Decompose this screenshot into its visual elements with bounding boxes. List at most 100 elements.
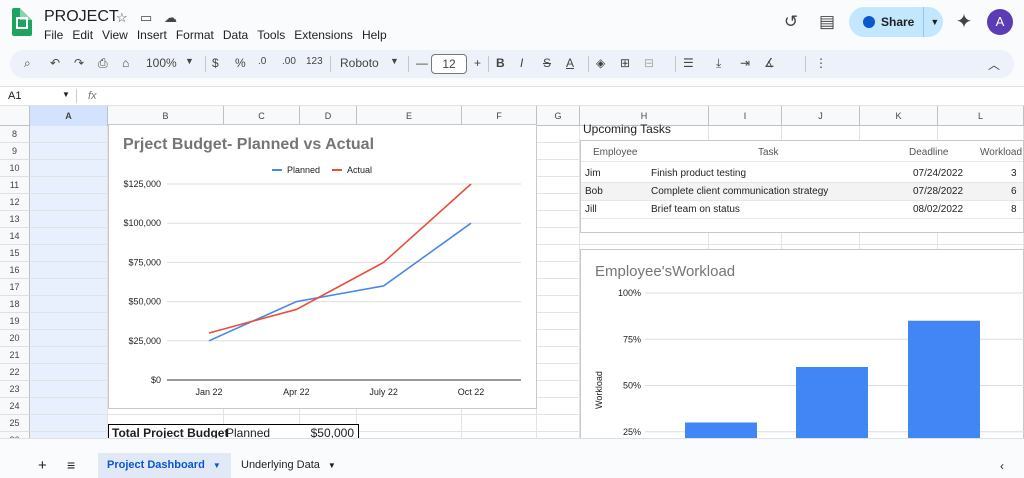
menu-edit[interactable]: Edit (72, 28, 93, 42)
select-all-corner[interactable] (0, 106, 30, 126)
currency-format-button[interactable]: $ (212, 56, 219, 70)
print-icon[interactable]: ⎙ (98, 56, 108, 71)
name-box[interactable]: A1 (8, 90, 21, 102)
sheets-logo-icon[interactable] (12, 8, 32, 36)
menu-file[interactable]: File (44, 28, 63, 42)
row-header-11[interactable]: 11 (0, 177, 30, 194)
text-rotation-icon[interactable]: ∡ (764, 56, 775, 70)
column-header-J[interactable]: J (782, 106, 860, 126)
decrease-decimal-button[interactable]: .0 (258, 56, 266, 67)
budget-line-chart[interactable]: Prject Budget- Planned vs Actual$0$25,00… (108, 124, 537, 409)
increase-decimal-button[interactable]: .00 (282, 56, 296, 67)
paint-format-icon[interactable]: ⌂ (122, 56, 129, 70)
share-dropdown-icon[interactable]: ▼ (930, 17, 939, 27)
row-header-19[interactable]: 19 (0, 313, 30, 330)
italic-button[interactable]: I (520, 56, 523, 70)
tab-underlying-data[interactable]: Underlying Data▼ (241, 453, 336, 478)
row-header-23[interactable]: 23 (0, 381, 30, 398)
column-header-I[interactable]: I (709, 106, 782, 126)
menu-data[interactable]: Data (223, 28, 248, 42)
add-sheet-icon[interactable]: + (38, 457, 47, 474)
strikethrough-button[interactable]: S (543, 56, 551, 70)
menu-format[interactable]: Format (176, 28, 214, 42)
scroll-left-icon[interactable]: ‹ (1000, 459, 1004, 473)
fill-color-icon[interactable]: ◈ (596, 56, 605, 70)
table-row[interactable]: Jill Brief team on status 08/02/2022 8 (581, 201, 1024, 219)
name-box-dropdown-icon[interactable]: ▼ (62, 90, 70, 99)
row-header-10[interactable]: 10 (0, 160, 30, 177)
column-header-C[interactable]: C (224, 106, 300, 126)
document-title[interactable]: PROJECT (44, 8, 119, 26)
column-header-E[interactable]: E (357, 106, 462, 126)
tasks-table[interactable]: Employee Task Deadline Workload Jim Fini… (580, 140, 1024, 233)
row-header-17[interactable]: 17 (0, 279, 30, 296)
table-row[interactable]: Bob Complete client communication strate… (581, 183, 1024, 201)
column-header-A[interactable]: A (30, 106, 108, 126)
row-header-15[interactable]: 15 (0, 245, 30, 262)
column-header-G[interactable]: G (537, 106, 580, 126)
decrease-font-size-icon[interactable]: — (416, 56, 428, 70)
font-dropdown-icon[interactable]: ▼ (390, 56, 399, 66)
cloud-status-icon[interactable]: ☁ (164, 10, 177, 26)
table-row[interactable]: Jim Finish product testing 07/24/2022 3 (581, 165, 1024, 183)
row-header-20[interactable]: 20 (0, 330, 30, 347)
horizontal-align-icon[interactable]: ☰ (683, 56, 694, 70)
all-sheets-icon[interactable]: ≡ (67, 457, 75, 473)
column-header-L[interactable]: L (938, 106, 1024, 126)
menu-help[interactable]: Help (362, 28, 387, 42)
menu-tools[interactable]: Tools (257, 28, 285, 42)
share-button[interactable]: Share ▼ (849, 7, 943, 37)
more-formats-button[interactable]: 123 (306, 56, 323, 67)
row-header-13[interactable]: 13 (0, 211, 30, 228)
bold-button[interactable]: B (496, 56, 505, 70)
spreadsheet-grid[interactable]: ABCDEFGHIJKL 272625242322212019181716151… (0, 106, 1024, 438)
row-header-24[interactable]: 24 (0, 398, 30, 415)
total-budget-row[interactable]: Total Project Budget Planned $50,000 (108, 424, 359, 438)
comments-icon[interactable]: ▤ (815, 10, 839, 34)
collapse-toolbar-icon[interactable]: ︿ (988, 56, 1000, 73)
menu-extensions[interactable]: Extensions (294, 28, 353, 42)
tab-dropdown-icon[interactable]: ▼ (328, 461, 336, 470)
tab-dropdown-icon[interactable]: ▼ (213, 461, 221, 470)
more-options-icon[interactable]: ⋮ (815, 56, 827, 70)
percent-format-button[interactable]: % (235, 56, 246, 70)
column-header-D[interactable]: D (300, 106, 357, 126)
avatar[interactable]: A (987, 9, 1013, 35)
borders-icon[interactable]: ⊞ (620, 56, 630, 70)
menu-insert[interactable]: Insert (137, 28, 167, 42)
increase-font-size-icon[interactable]: + (474, 56, 481, 70)
row-header-8[interactable]: 8 (0, 126, 30, 143)
column-header-F[interactable]: F (462, 106, 537, 126)
row-header-14[interactable]: 14 (0, 228, 30, 245)
text-wrap-icon[interactable]: ⇥ (740, 56, 750, 70)
column-header-K[interactable]: K (860, 106, 938, 126)
zoom-dropdown-icon[interactable]: ▼ (185, 56, 194, 66)
text-color-button[interactable]: A (566, 56, 574, 70)
bar (796, 367, 868, 438)
redo-icon[interactable]: ↷ (74, 56, 84, 70)
row-header-16[interactable]: 16 (0, 262, 30, 279)
font-select[interactable]: Roboto (340, 56, 379, 70)
workload-bar-chart[interactable]: Employee'sWorkload25%50%75%100%Workload (580, 249, 1024, 438)
zoom-select[interactable]: 100% (146, 56, 177, 70)
vertical-align-icon[interactable]: ⤓ (716, 56, 721, 71)
move-folder-icon[interactable]: ▭ (140, 10, 152, 26)
row-header-18[interactable]: 18 (0, 296, 30, 313)
merge-cells-icon[interactable]: ⊟ (644, 56, 654, 70)
row-header-9[interactable]: 9 (0, 143, 30, 160)
font-size-input[interactable]: 12 (431, 54, 467, 74)
column-header-B[interactable]: B (108, 106, 224, 126)
cell-workload: 6 (1011, 183, 1017, 201)
search-menus-icon[interactable]: ⌕ (24, 56, 31, 71)
row-header-25[interactable]: 25 (0, 415, 30, 432)
undo-icon[interactable]: ↶ (50, 56, 60, 70)
chart-title: Employee'sWorkload (595, 263, 735, 280)
history-icon[interactable]: ↺ (779, 10, 803, 34)
row-header-12[interactable]: 12 (0, 194, 30, 211)
menu-view[interactable]: View (102, 28, 128, 42)
tab-project-dashboard[interactable]: Project Dashboard▼ (98, 453, 231, 478)
star-icon[interactable]: ☆ (116, 10, 128, 26)
row-header-21[interactable]: 21 (0, 347, 30, 364)
gemini-icon[interactable]: ✦ (952, 10, 976, 34)
row-header-22[interactable]: 22 (0, 364, 30, 381)
